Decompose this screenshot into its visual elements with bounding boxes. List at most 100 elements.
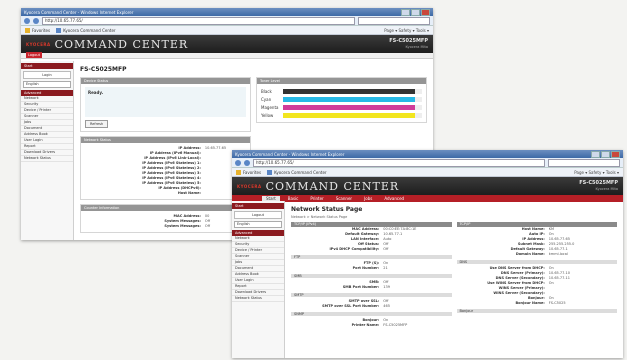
- model-name: FS-C5025MFP Kyocera Mita: [389, 38, 428, 49]
- page-title: Network Status Page: [291, 206, 363, 213]
- status-row: IPv4 DHCP Compatibility: Off: [291, 247, 452, 252]
- maximize-button[interactable]: [411, 8, 420, 16]
- address-bar: http://10.65.77.65/: [232, 158, 623, 168]
- url-field[interactable]: http://10.65.77.65/: [253, 158, 545, 167]
- row-value: FS-C5025MFP: [383, 323, 408, 327]
- main-content: Network Status Page Network > Network St…: [285, 201, 623, 358]
- login-button[interactable]: Login: [23, 71, 71, 79]
- sidebar-list: Network Security Device / Printer Scanner Jo…: [21, 96, 73, 162]
- back-icon[interactable]: [24, 17, 30, 24]
- toner-row: Yellow: [261, 111, 422, 119]
- toner-panel: Toner Level Black Cyan Magenta Yellow: [256, 77, 427, 123]
- status-text: Ready.: [85, 87, 246, 117]
- toner-label: Magenta: [261, 104, 279, 110]
- favorite-link[interactable]: Kyocera Command Center: [56, 27, 116, 33]
- page-title: FS-C5025MFP: [80, 66, 127, 73]
- page-icon: [267, 169, 273, 175]
- row-value: On: [548, 281, 554, 285]
- toner-label: Cyan: [261, 96, 272, 102]
- sidebar: Start Login English Advanced Network Secu…: [21, 61, 74, 240]
- favorites-button[interactable]: Favorites: [236, 169, 261, 175]
- kyocera-logo: KYOCERA: [26, 41, 51, 47]
- model-name: FS-C5025MFP Kyocera Mita: [579, 180, 618, 191]
- row-label: Printer Name:: [351, 323, 380, 327]
- sidebar-header-start: Start: [21, 63, 73, 69]
- toner-bar: [283, 112, 422, 118]
- forward-icon[interactable]: [33, 17, 39, 24]
- window-title: Kyocera Command Center - Windows Interne…: [235, 151, 345, 157]
- toner-label: Black: [261, 88, 272, 94]
- toner-row: Magenta: [261, 103, 422, 111]
- toner-fill: [283, 96, 416, 102]
- kyocera-logo: KYOCERA: [237, 183, 262, 189]
- network-panel: Network Status IP Address: 10.65.77.65 IP …: [80, 136, 251, 200]
- refresh-button[interactable]: Refresh: [85, 120, 109, 128]
- row-label: System Messages:: [164, 224, 201, 228]
- row-value: 139: [383, 285, 390, 289]
- favorites-button[interactable]: Favorites: [25, 27, 50, 33]
- title-bar[interactable]: Kyocera Command Center - Windows Interne…: [232, 150, 623, 158]
- sidebar-item[interactable]: Network Status: [21, 156, 73, 162]
- toner-fill: [283, 88, 416, 94]
- row-value: kmmi.local: [548, 252, 568, 256]
- sidebar-item[interactable]: Network Status: [232, 296, 284, 302]
- command-bar[interactable]: Page ▾ Safety ▾ Tools ▾: [384, 28, 429, 33]
- row-label: IPv4 DHCP Compatibility:: [329, 247, 380, 251]
- right-column: TCP/IP Host Name: KM Auto IP: On IP Address:…: [456, 222, 618, 328]
- row-label: SMTP over SSL Port Number:: [322, 304, 380, 308]
- command-bar[interactable]: Page ▾ Safety ▾ Tools ▾: [574, 170, 619, 175]
- sidebar-header-start: Start: [232, 203, 284, 209]
- app-banner: KYOCERA COMMAND CENTER FS-C5025MFP Kyocer…: [232, 177, 623, 195]
- logout-button[interactable]: Logout: [234, 211, 282, 219]
- language-select[interactable]: English: [23, 81, 71, 88]
- search-input[interactable]: [548, 158, 620, 167]
- row-label: SMB Port Number:: [342, 285, 380, 289]
- toner-label: Yellow: [261, 112, 274, 118]
- device-status-panel: Device Status Ready. Refresh: [80, 77, 251, 132]
- status-row: Host Name:: [85, 191, 246, 196]
- app-title: COMMAND CENTER: [265, 179, 400, 193]
- app-banner: KYOCERA COMMAND CENTER FS-C5025MFP Kyocer…: [21, 35, 433, 53]
- sidebar-list: Network Security Device / Printer Scanner Jo…: [232, 236, 284, 302]
- toner-bar: [283, 88, 422, 94]
- search-input[interactable]: [358, 16, 430, 25]
- minimize-button[interactable]: [591, 150, 600, 158]
- forward-icon[interactable]: [244, 159, 250, 166]
- left-column: TCP/IP (IPv4) MAC Address: 00:C0:EE:7A:8C…: [291, 222, 452, 328]
- back-icon[interactable]: [235, 159, 241, 166]
- status-row: SMTP over SSL Port Number: 465: [291, 304, 452, 309]
- star-icon: [236, 169, 241, 175]
- top-strip: Logout: [21, 52, 433, 59]
- row-value: Off: [204, 224, 211, 228]
- status-row: Port Number: 21: [291, 266, 452, 271]
- favorite-link[interactable]: Kyocera Command Center: [267, 169, 327, 175]
- row-value: 465: [383, 304, 390, 308]
- url-field[interactable]: http://10.65.77.65/: [42, 16, 355, 25]
- logout-button[interactable]: Logout: [26, 52, 42, 58]
- toner-row: Black: [261, 87, 422, 95]
- sidebar: Start Logout English Advanced Network Sec…: [232, 201, 285, 358]
- status-row: SMB Port Number: 139: [291, 285, 452, 290]
- status-row: Printer Name: FS-C5025MFP: [291, 323, 452, 328]
- close-button[interactable]: [611, 150, 620, 158]
- breadcrumb: Network > Network Status Page: [291, 215, 348, 219]
- browser-window-front[interactable]: Kyocera Command Center - Windows Interne…: [232, 150, 623, 358]
- maximize-button[interactable]: [601, 150, 610, 158]
- row-label: Port Number:: [352, 266, 380, 270]
- row-label: Host Name:: [177, 191, 201, 195]
- favorites-bar: Favorites Kyocera Command Center Page ▾ …: [232, 168, 623, 177]
- language-select[interactable]: English: [234, 221, 282, 228]
- row-value: Off: [383, 247, 389, 251]
- toner-bar: [283, 104, 422, 110]
- page-layout: Start Logout English Advanced Network Sec…: [232, 201, 623, 358]
- page-icon: [56, 27, 62, 33]
- minimize-button[interactable]: [401, 8, 410, 16]
- row-label: Domain Name:: [515, 252, 545, 256]
- row-value: 10.65.77.65: [204, 146, 227, 150]
- counter-panel: Counter Information MAC Address: 00 System…: [80, 204, 251, 233]
- status-row: Domain Name: kmmi.local: [457, 252, 618, 257]
- favorites-bar: Favorites Kyocera Command Center Page ▾ …: [21, 26, 433, 35]
- title-bar[interactable]: Kyocera Command Center - Windows Interne…: [21, 8, 433, 16]
- star-icon: [25, 27, 30, 33]
- close-button[interactable]: [421, 8, 430, 16]
